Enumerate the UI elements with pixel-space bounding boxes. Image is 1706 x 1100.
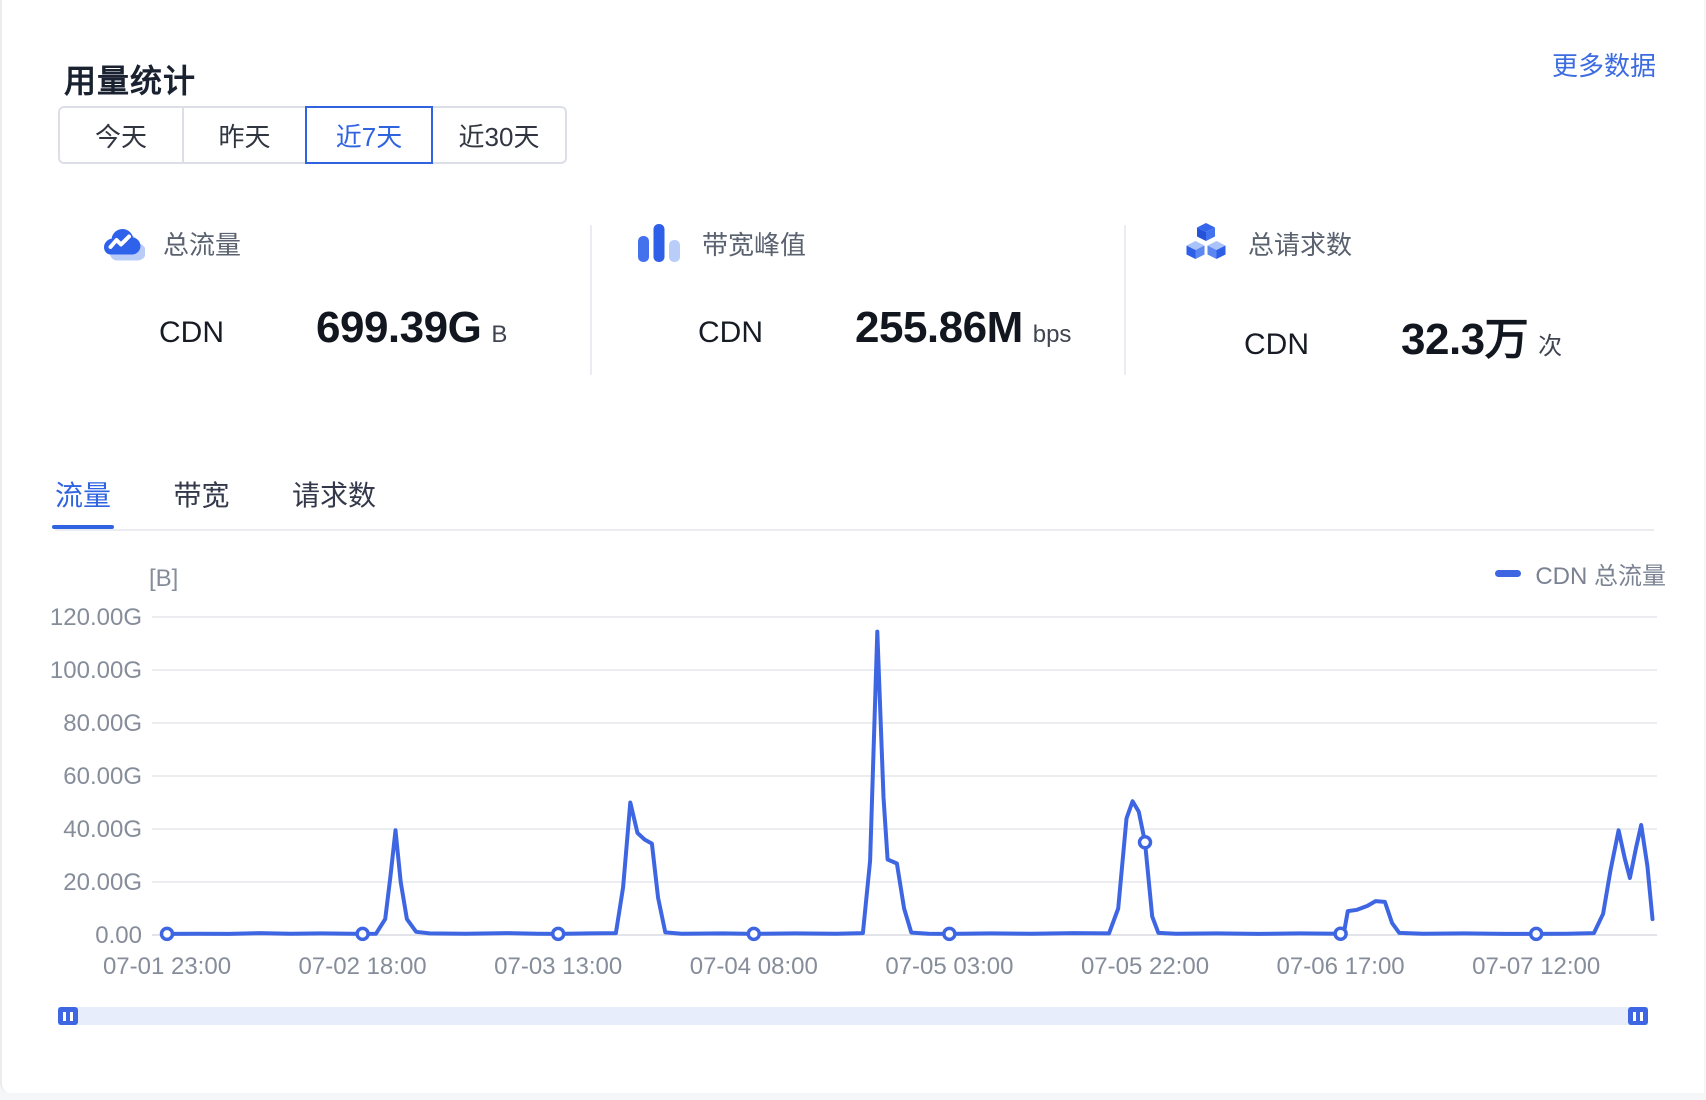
more-data-link[interactable]: 更多数据 [1552,46,1656,83]
stat-value: 255.86M [855,303,1023,353]
cloud-trend-icon [97,219,145,267]
y-axis-label: 120.00G [50,604,142,631]
y-axis-unit-label: [B] [149,565,178,592]
usage-statistics-panel: 用量统计 更多数据 今天 昨天 近7天 近30天 总流量 CDN 699.39G… [0,0,1704,1093]
data-point-marker[interactable] [1335,928,1346,939]
x-axis-label: 07-02 18:00 [299,953,427,980]
stat-product: CDN [1244,328,1309,362]
data-point-marker[interactable] [357,928,368,939]
stat-product: CDN [698,316,763,350]
range-tab-last7days[interactable]: 近7天 [305,106,433,164]
stat-card-total-traffic: 总流量 CDN 699.39G B [97,219,507,353]
y-axis-label: 20.00G [63,869,142,896]
y-axis-label: 80.00G [63,710,142,737]
x-axis-label: 07-05 22:00 [1081,953,1209,980]
y-axis-label: 60.00G [63,763,142,790]
pause-bars-icon [61,1012,75,1021]
tab-traffic[interactable]: 流量 [55,478,111,514]
range-tab-today[interactable]: 今天 [58,106,184,164]
stat-label: 总流量 [163,225,241,262]
stats-row: 总流量 CDN 699.39G B 带宽峰值 CDN 255.86M [2,205,1706,385]
stat-unit: B [491,321,507,349]
data-point-marker[interactable] [944,928,955,939]
date-range-tabs: 今天 昨天 近7天 近30天 [58,106,567,164]
data-point-marker[interactable] [748,928,759,939]
divider [590,225,592,375]
range-tab-last30days[interactable]: 近30天 [431,106,567,164]
data-point-marker[interactable] [553,928,564,939]
metric-tabs: 流量 带宽 请求数 [55,478,1654,531]
tab-requests[interactable]: 请求数 [292,478,376,514]
data-point-marker[interactable] [1140,837,1151,848]
stat-product: CDN [159,316,224,350]
y-axis-label: 40.00G [63,816,142,843]
stat-value: 32.3万 [1401,303,1528,367]
stat-value: 699.39G [316,303,481,353]
stat-card-total-requests: 总请求数 CDN 32.3万 次 [1182,219,1562,367]
data-point-marker[interactable] [1531,928,1542,939]
stat-unit: bps [1033,321,1072,349]
x-axis-label: 07-05 03:00 [885,953,1013,980]
stat-card-peak-bandwidth: 带宽峰值 CDN 255.86M bps [636,219,1071,353]
stat-label: 带宽峰值 [702,225,806,262]
data-point-marker[interactable] [162,928,173,939]
pause-bars-icon [1631,1012,1645,1021]
traffic-line-chart[interactable]: 120.00G 100.00G 80.00G 60.00G 40.00G 20.00G 0.… [2,545,1706,1005]
x-axis-label: 07-03 13:00 [494,953,622,980]
x-axis-label: 07-06 17:00 [1277,953,1405,980]
bandwidth-bars-icon [636,219,684,267]
x-axis-label: 07-04 08:00 [690,953,818,980]
datazoom-right-handle[interactable] [1628,1007,1648,1025]
tab-bandwidth[interactable]: 带宽 [173,478,229,514]
page-title: 用量统计 [64,56,196,102]
datazoom-left-handle[interactable] [58,1007,78,1025]
y-axis-label: 100.00G [50,657,142,684]
cdn-traffic-line[interactable] [167,632,1653,934]
requests-cubes-icon [1182,219,1230,267]
x-axis-label: 07-01 23:00 [103,953,231,980]
divider [1124,225,1126,375]
datazoom-track[interactable] [58,1007,1648,1025]
stat-label: 总请求数 [1248,225,1352,262]
stat-unit: 次 [1538,326,1562,361]
range-tab-yesterday[interactable]: 昨天 [182,106,307,164]
y-axis-label: 0.00 [95,922,142,949]
x-axis-label: 07-07 12:00 [1472,953,1600,980]
